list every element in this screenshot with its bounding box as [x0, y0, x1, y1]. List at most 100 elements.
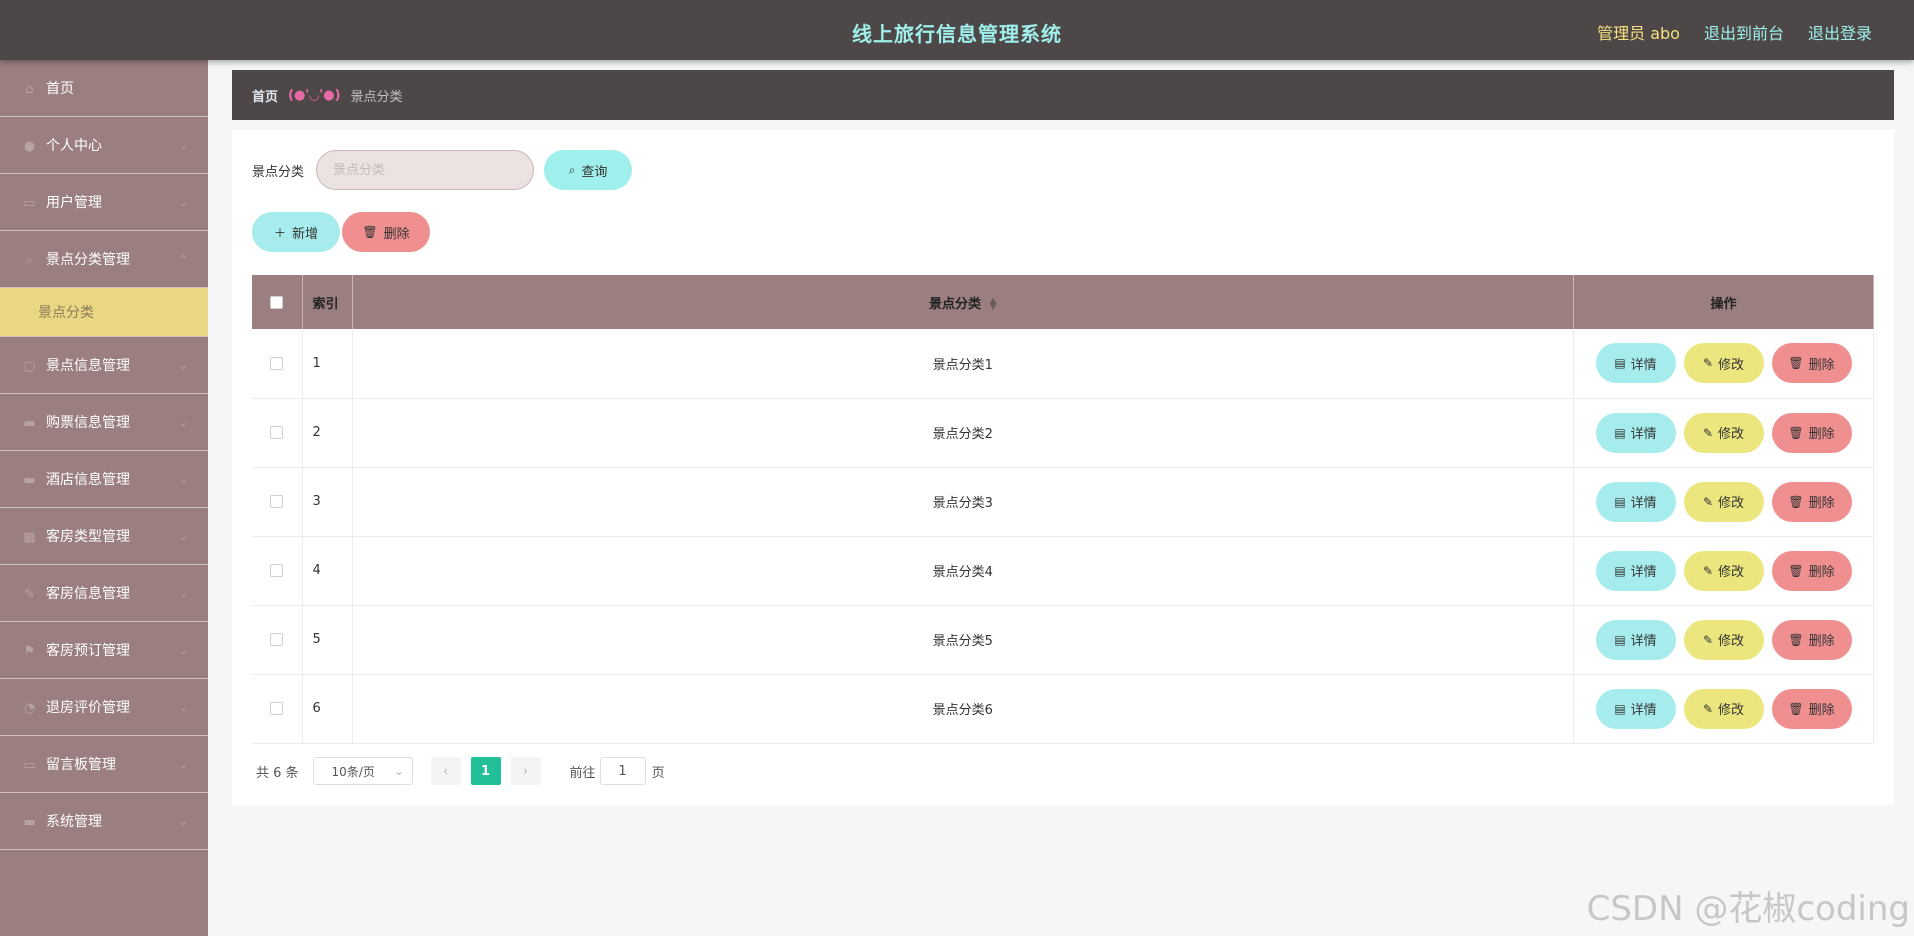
- query-button[interactable]: ⌕ 查询: [544, 150, 633, 190]
- sidebar-item-profile[interactable]: ● 个人中心 ⌄: [0, 117, 208, 174]
- row-category: 景点分类3: [352, 467, 1574, 536]
- sort-icon[interactable]: ▲ ▼: [990, 297, 997, 312]
- detail-button[interactable]: ▤ 详情: [1595, 688, 1676, 729]
- sidebar-item-review[interactable]: ◔ 退房评价管理 ⌄: [0, 679, 208, 736]
- chevron-down-icon: ⌄: [178, 700, 188, 714]
- sidebar-item-room-info[interactable]: ✎ 客房信息管理 ⌄: [0, 565, 208, 622]
- sidebar-item-home[interactable]: ⌂ 首页: [0, 60, 208, 117]
- edit-button[interactable]: ✎ 修改: [1683, 412, 1764, 453]
- edit-button[interactable]: ✎ 修改: [1683, 481, 1764, 522]
- chevron-down-icon: ⌄: [178, 529, 188, 543]
- detail-button[interactable]: ▤ 详情: [1595, 619, 1676, 660]
- delete-label: 删除: [1808, 634, 1835, 649]
- sidebar-item-category-mgmt[interactable]: ⌕ 景点分类管理 ⌃: [0, 231, 208, 288]
- query-button-label: 查询: [581, 164, 608, 180]
- delete-button[interactable]: 🗑 删除: [1771, 412, 1852, 453]
- edit-icon: ✎: [1702, 356, 1714, 371]
- edit-icon: ✎: [1702, 494, 1714, 509]
- sidebar-item-label: 首页: [46, 81, 74, 97]
- header-category-label: 景点分类: [929, 296, 982, 312]
- row-checkbox[interactable]: [270, 356, 284, 370]
- delete-button[interactable]: 🗑 删除: [1771, 688, 1852, 729]
- detail-label: 详情: [1630, 496, 1657, 511]
- sidebar-item-ticket[interactable]: ▬ 购票信息管理 ⌄: [0, 394, 208, 451]
- row-category: 景点分类4: [352, 536, 1574, 605]
- row-select[interactable]: [252, 467, 303, 536]
- row-select[interactable]: [252, 398, 303, 467]
- sidebar-item-booking[interactable]: ⚑ 客房预订管理 ⌄: [0, 622, 208, 679]
- edit-label: 修改: [1718, 357, 1745, 373]
- page-number[interactable]: 1: [470, 757, 501, 785]
- chevron-down-icon: ⌄: [178, 415, 188, 429]
- page-size-select[interactable]: 10条/页 ⌄: [312, 757, 413, 785]
- next-page-button[interactable]: ›: [510, 757, 541, 785]
- edit-button[interactable]: ✎ 修改: [1683, 688, 1764, 729]
- sidebar-item-scenic-info[interactable]: ▢ 景点信息管理 ⌄: [0, 337, 208, 394]
- page-size-value: 10条/页: [331, 764, 375, 779]
- trash-icon: 🗑: [1788, 425, 1804, 440]
- trash-icon: 🗑: [1788, 632, 1804, 647]
- header-select-all[interactable]: [252, 275, 303, 329]
- to-front-link[interactable]: 退出到前台: [1704, 20, 1784, 44]
- delete-button[interactable]: 🗑 删除: [1771, 343, 1852, 384]
- detail-button[interactable]: ▤ 详情: [1595, 343, 1676, 384]
- sidebar-item-label: 客房类型管理: [46, 529, 130, 545]
- delete-label: 删除: [1808, 703, 1835, 718]
- chevron-down-icon: ⌄: [178, 643, 188, 657]
- sidebar-item-room-type[interactable]: ▦ 客房类型管理 ⌄: [0, 508, 208, 565]
- goto-page-input[interactable]: [599, 757, 646, 785]
- row-checkbox[interactable]: [270, 426, 284, 439]
- edit-label: 修改: [1718, 427, 1745, 442]
- row-select[interactable]: [252, 329, 303, 398]
- edit-button[interactable]: ✎ 修改: [1683, 619, 1764, 660]
- row-checkbox[interactable]: [270, 633, 284, 646]
- top-header: 线上旅行信息管理系统 管理员 abo 退出到前台 退出登录: [0, 0, 1914, 60]
- sidebar-item-hotel[interactable]: ▬ 酒店信息管理 ⌄: [0, 451, 208, 508]
- detail-label: 详情: [1630, 565, 1657, 580]
- row-select[interactable]: [252, 674, 303, 743]
- edit-label: 修改: [1718, 496, 1745, 511]
- edit-button[interactable]: ✎ 修改: [1683, 343, 1764, 384]
- row-operations: ▤ 详情 ✎ 修改 🗑 删除: [1573, 536, 1874, 605]
- data-table: 索引 景点分类 ▲ ▼ 操作 1 景点分类1 ▤ 详情 ✎ 修改 🗑 删除 2 景点分类2 ▤ 详情 ✎ 修…: [252, 275, 1874, 744]
- detail-button[interactable]: ▤ 详情: [1595, 481, 1676, 522]
- row-index: 2: [302, 398, 353, 467]
- row-index: 1: [302, 329, 353, 398]
- detail-button[interactable]: ▤ 详情: [1595, 412, 1676, 453]
- row-select[interactable]: [252, 536, 303, 605]
- row-checkbox[interactable]: [270, 564, 284, 577]
- action-row: ＋ 新增 🗑 删除: [252, 212, 430, 252]
- select-all-checkbox[interactable]: [270, 295, 284, 309]
- batch-delete-button[interactable]: 🗑 删除: [342, 212, 430, 252]
- sidebar-item-messages[interactable]: ▭ 留言板管理 ⌄: [0, 736, 208, 793]
- delete-button[interactable]: 🗑 删除: [1771, 481, 1852, 522]
- add-button[interactable]: ＋ 新增: [252, 212, 340, 252]
- search-icon: ⌕: [568, 162, 576, 177]
- sidebar-subitem-category[interactable]: 景点分类: [0, 288, 208, 337]
- home-icon: ⌂: [25, 82, 34, 97]
- trash-icon: 🗑: [1788, 563, 1804, 578]
- logout-link[interactable]: 退出登录: [1808, 20, 1872, 44]
- doc-icon: ▢: [23, 359, 36, 374]
- edit-label: 修改: [1718, 703, 1745, 718]
- detail-button[interactable]: ▤ 详情: [1595, 550, 1676, 591]
- row-checkbox[interactable]: [270, 495, 284, 508]
- row-checkbox[interactable]: [270, 702, 284, 715]
- message-icon: ▭: [23, 758, 36, 773]
- delete-button[interactable]: 🗑 删除: [1771, 619, 1852, 660]
- delete-button[interactable]: 🗑 删除: [1771, 550, 1852, 591]
- row-index: 4: [302, 536, 353, 605]
- table-row: 6 景点分类6 ▤ 详情 ✎ 修改 🗑 删除: [252, 674, 1874, 743]
- prev-page-button[interactable]: ‹: [430, 757, 461, 785]
- sidebar-item-system[interactable]: ▬ 系统管理 ⌄: [0, 793, 208, 850]
- sidebar-item-users[interactable]: ▭ 用户管理 ⌄: [0, 174, 208, 231]
- header-category[interactable]: 景点分类 ▲ ▼: [352, 275, 1574, 329]
- sidebar-item-label: 购票信息管理: [46, 415, 130, 431]
- table-row: 5 景点分类5 ▤ 详情 ✎ 修改 🗑 删除: [252, 605, 1874, 674]
- document-icon: ▤: [1614, 632, 1626, 647]
- edit-button[interactable]: ✎ 修改: [1683, 550, 1764, 591]
- search-input[interactable]: [316, 150, 535, 190]
- sidebar-item-label: 酒店信息管理: [46, 472, 130, 488]
- row-select[interactable]: [252, 605, 303, 674]
- breadcrumb-home[interactable]: 首页: [252, 86, 278, 105]
